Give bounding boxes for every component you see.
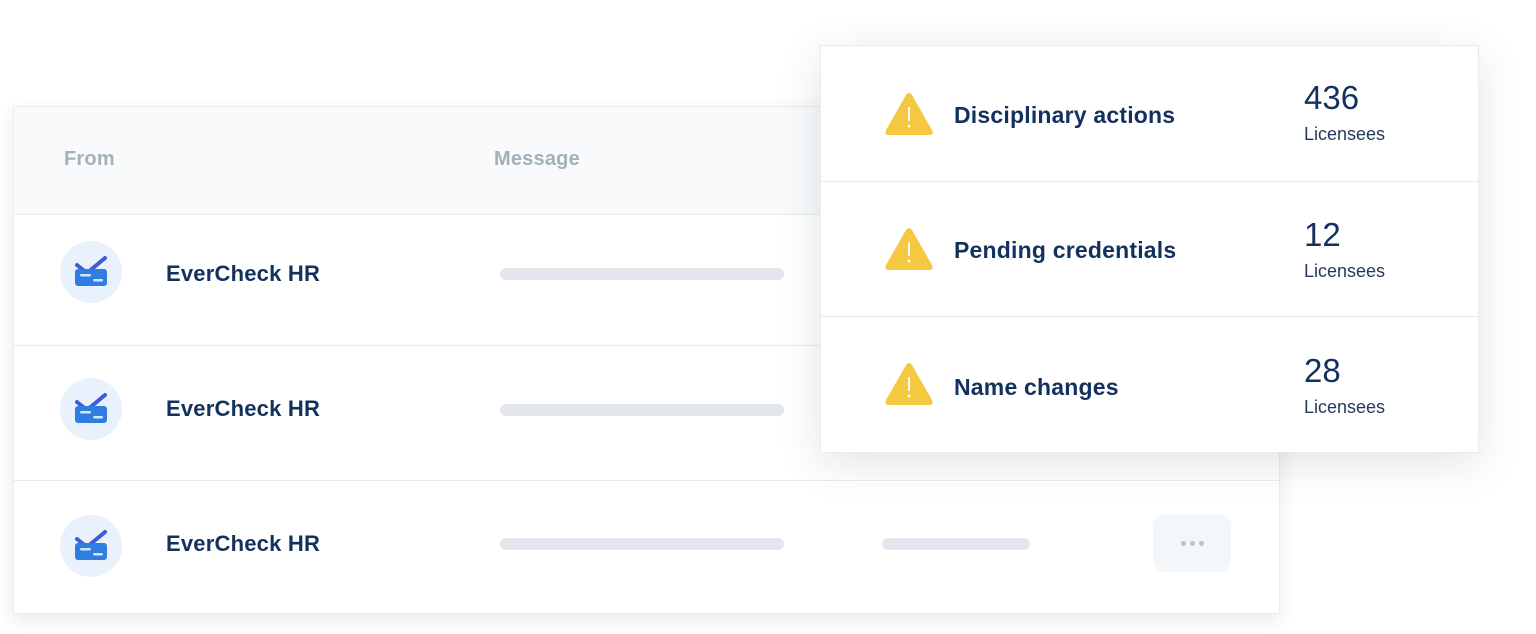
evercheck-logo-icon (75, 393, 107, 423)
avatar (60, 515, 122, 577)
more-dots-icon (1180, 540, 1186, 546)
alert-unit: Licensees (1304, 397, 1386, 417)
alert-label: Pending credentials (954, 237, 1177, 263)
column-header-message: Message (494, 148, 580, 170)
message-placeholder (500, 404, 784, 416)
alert-count: 436 (1304, 79, 1360, 116)
message-placeholder (500, 538, 784, 550)
alerts-card: Disciplinary actions 436 Licensees Pendi… (820, 45, 1479, 453)
evercheck-logo-icon (75, 256, 107, 286)
warning-icon (885, 363, 933, 405)
message-placeholder (500, 268, 784, 280)
avatar (60, 378, 122, 440)
sender-name: EverCheck HR (166, 396, 321, 421)
more-dot (1198, 540, 1204, 546)
secondary-placeholder (882, 538, 1030, 550)
alert-count: 12 (1304, 216, 1341, 253)
more-dot (1189, 540, 1195, 546)
alert-unit: Licensees (1304, 261, 1386, 281)
sender-name: EverCheck HR (166, 531, 321, 556)
more-actions-button[interactable] (1153, 514, 1231, 572)
avatar (60, 241, 122, 303)
warning-icon (885, 228, 933, 270)
alert-item-name-changes[interactable]: Name changes 28 Licensees (821, 316, 1478, 452)
alert-label: Disciplinary actions (954, 102, 1176, 128)
evercheck-logo-icon (75, 530, 107, 560)
table-row[interactable]: EverCheck HR (14, 481, 1279, 612)
alert-item-disciplinary-actions[interactable]: Disciplinary actions 436 Licensees (821, 46, 1478, 182)
alert-count: 28 (1304, 352, 1341, 389)
alert-item-pending-credentials[interactable]: Pending credentials 12 Licensees (821, 181, 1478, 317)
column-header-from: From (64, 148, 115, 170)
stage: From Message EverCheck HR EverCheck HR E… (0, 0, 1536, 634)
warning-icon (885, 93, 933, 135)
alert-label: Name changes (954, 374, 1119, 400)
alert-unit: Licensees (1304, 124, 1386, 144)
sender-name: EverCheck HR (166, 261, 321, 286)
